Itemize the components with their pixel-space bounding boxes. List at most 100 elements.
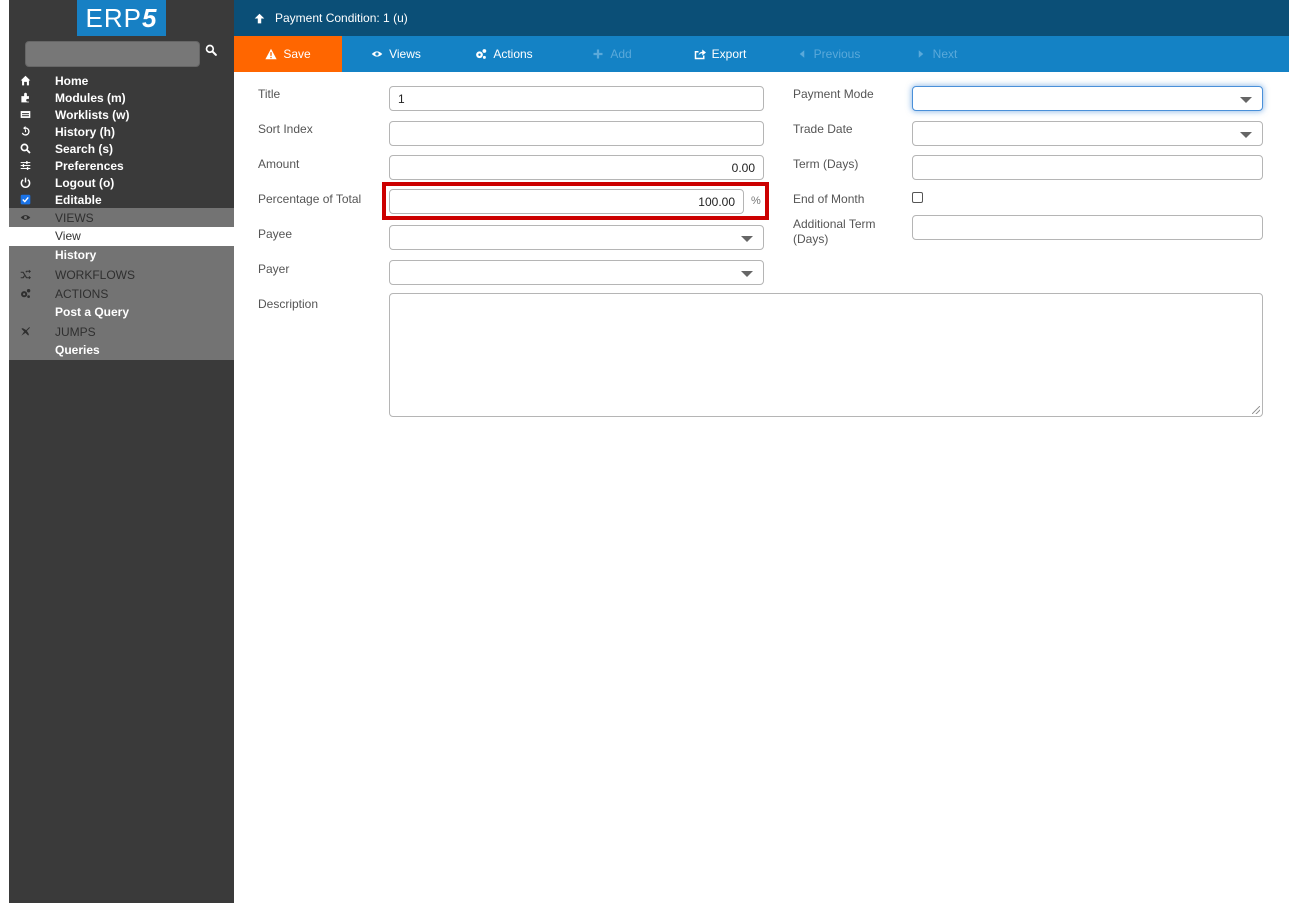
views-button[interactable]: Views bbox=[342, 36, 450, 72]
caret-right-icon bbox=[918, 50, 923, 58]
sidebar-subitem-post-query[interactable]: Post a Query bbox=[9, 303, 234, 322]
actions-label: Actions bbox=[493, 47, 533, 61]
percentage-label: Percentage of Total bbox=[258, 192, 362, 206]
caret-left-icon bbox=[799, 50, 804, 58]
sort-index-label: Sort Index bbox=[258, 122, 313, 136]
sliders-icon bbox=[20, 161, 30, 170]
group-header-workflows: WORKFLOWS bbox=[9, 265, 234, 284]
logo-text: ERP bbox=[85, 3, 142, 33]
warning-icon bbox=[265, 48, 277, 60]
erp5-logo[interactable]: ERP5 bbox=[77, 0, 166, 36]
plus-icon bbox=[593, 49, 603, 59]
description-label: Description bbox=[258, 297, 319, 311]
description-textarea[interactable] bbox=[389, 293, 1263, 417]
sidebar-item-home[interactable]: Home bbox=[9, 72, 234, 89]
sidebar-item-label: Search (s) bbox=[55, 141, 114, 156]
chevron-down-icon bbox=[1240, 132, 1252, 138]
export-label: Export bbox=[711, 47, 747, 61]
page-title[interactable]: Payment Condition: 1 (u) bbox=[275, 11, 408, 25]
previous-button[interactable]: Previous bbox=[774, 36, 882, 72]
sidebar-item-label: Editable bbox=[55, 192, 102, 207]
eye-icon bbox=[20, 215, 30, 220]
payment-mode-label: Payment Mode bbox=[793, 87, 874, 101]
group-header-actions: ACTIONS bbox=[9, 284, 234, 303]
export-button[interactable]: Export bbox=[666, 36, 774, 72]
group-header-views: VIEWS bbox=[9, 208, 234, 227]
search-input[interactable] bbox=[25, 41, 200, 67]
header-bar: Payment Condition: 1 (u) bbox=[234, 0, 1289, 36]
sidebar-item-worklists[interactable]: Worklists (w) bbox=[9, 106, 234, 123]
search-icon bbox=[205, 44, 217, 56]
search-icon bbox=[20, 143, 31, 154]
views-label: Views bbox=[389, 47, 421, 61]
add-label: Add bbox=[610, 47, 632, 61]
title-label: Title bbox=[258, 87, 281, 101]
sidebar-item-modules[interactable]: Modules (m) bbox=[9, 89, 234, 106]
sort-index-field[interactable] bbox=[389, 121, 764, 146]
checkbox-checked-icon[interactable] bbox=[20, 194, 31, 205]
trade-date-label: Trade Date bbox=[793, 122, 853, 136]
end-of-month-checkbox[interactable] bbox=[912, 192, 923, 203]
sidebar: ERP5 Home Modules (m) Worklists (w) Hist… bbox=[9, 0, 234, 903]
sidebar-group-views: VIEWS View History WORKFLOWS ACTIONS Pos… bbox=[9, 208, 234, 360]
save-label: Save bbox=[283, 47, 311, 61]
logo-accent: 5 bbox=[142, 3, 158, 33]
arrow-up-icon[interactable] bbox=[254, 13, 265, 24]
end-of-month-label: End of Month bbox=[793, 192, 865, 206]
payer-select[interactable] bbox=[389, 260, 764, 285]
chevron-down-icon bbox=[741, 236, 753, 242]
sidebar-item-history[interactable]: History (h) bbox=[9, 123, 234, 140]
payment-mode-select[interactable] bbox=[912, 86, 1263, 111]
resize-handle-icon[interactable] bbox=[1252, 406, 1260, 414]
search-button[interactable] bbox=[205, 44, 221, 62]
chevron-down-icon bbox=[741, 271, 753, 277]
group-title: WORKFLOWS bbox=[55, 267, 135, 282]
power-icon bbox=[20, 177, 30, 188]
home-icon bbox=[20, 75, 30, 86]
group-title: ACTIONS bbox=[55, 286, 109, 301]
sidebar-item-editable[interactable]: Editable bbox=[9, 191, 234, 208]
toolbar: Save Views Actions Add Export Previous N… bbox=[234, 36, 1289, 72]
payer-label: Payer bbox=[258, 262, 290, 276]
amount-label: Amount bbox=[258, 157, 300, 171]
previous-label: Previous bbox=[813, 47, 861, 61]
cogs-icon bbox=[476, 49, 487, 59]
random-icon bbox=[20, 269, 31, 280]
additional-term-field[interactable] bbox=[912, 215, 1263, 240]
highlight-box bbox=[382, 182, 769, 220]
sidebar-item-label: History (h) bbox=[55, 124, 115, 139]
next-label: Next bbox=[932, 47, 958, 61]
group-header-jumps: JUMPS bbox=[9, 322, 234, 341]
term-days-field[interactable] bbox=[912, 155, 1263, 180]
save-button[interactable]: Save bbox=[234, 36, 342, 72]
sidebar-item-label: Home bbox=[55, 73, 89, 88]
next-button[interactable]: Next bbox=[882, 36, 990, 72]
sidebar-item-search[interactable]: Search (s) bbox=[9, 140, 234, 157]
worklist-icon bbox=[20, 111, 30, 118]
group-title: VIEWS bbox=[55, 210, 94, 225]
sidebar-subitem-queries[interactable]: Queries bbox=[9, 341, 234, 360]
sidebar-item-logout[interactable]: Logout (o) bbox=[9, 174, 234, 191]
sidebar-subitem-history[interactable]: History bbox=[9, 246, 234, 265]
sidebar-subitem-view[interactable]: View bbox=[9, 227, 234, 246]
actions-button[interactable]: Actions bbox=[450, 36, 558, 72]
amount-field[interactable]: 0.00 bbox=[389, 155, 764, 180]
plane-icon bbox=[20, 327, 30, 336]
title-field[interactable]: 1 bbox=[389, 86, 764, 111]
sidebar-item-label: Preferences bbox=[55, 158, 124, 173]
payee-select[interactable] bbox=[389, 225, 764, 250]
additional-term-label: Additional Term (Days) bbox=[793, 217, 876, 246]
sidebar-item-label: Logout (o) bbox=[55, 175, 115, 190]
add-button[interactable]: Add bbox=[558, 36, 666, 72]
term-days-label: Term (Days) bbox=[793, 157, 859, 171]
payee-label: Payee bbox=[258, 227, 293, 241]
sidebar-nav: Home Modules (m) Worklists (w) History (… bbox=[9, 72, 234, 360]
trade-date-select[interactable] bbox=[912, 121, 1263, 146]
cogs-icon bbox=[20, 289, 30, 298]
sidebar-item-label: Worklists (w) bbox=[55, 107, 130, 122]
history-icon bbox=[21, 126, 30, 136]
eye-icon bbox=[371, 51, 383, 57]
sidebar-item-label: Modules (m) bbox=[55, 90, 126, 105]
sidebar-item-preferences[interactable]: Preferences bbox=[9, 157, 234, 174]
chevron-down-icon bbox=[1240, 97, 1252, 103]
